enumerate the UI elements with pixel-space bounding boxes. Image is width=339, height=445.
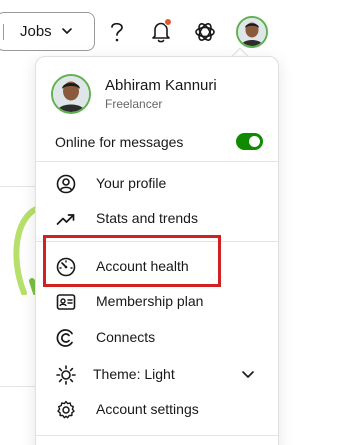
profile-name: Abhiram Kannuri [105,77,217,94]
chevron-down-icon [242,371,254,378]
menu-divider [36,435,278,436]
menu-item-label: Stats and trends [96,210,198,226]
help-icon[interactable] [107,19,127,43]
ai-sparkle-icon[interactable] [193,20,217,44]
trending-up-icon [56,214,75,225]
menu-item-membership-plan[interactable]: Membership plan [36,287,278,317]
chevron-down-icon [62,28,72,34]
profile-avatar [51,74,91,114]
menu-item-account-settings[interactable]: Account settings [36,395,278,425]
menu-item-label: Account settings [96,401,199,417]
id-card-icon [56,294,76,310]
highlight-annotation-box [43,235,221,287]
menu-divider [36,161,278,162]
page-divider [0,186,35,187]
menu-item-connects[interactable]: Connects [36,323,278,353]
sun-icon [56,365,76,385]
user-circle-icon [56,174,76,194]
online-for-messages-label: Online for messages [55,134,184,150]
page-divider [0,386,35,387]
profile-role: Freelancer [105,97,163,111]
notification-dot [164,18,172,26]
menu-item-label: Connects [96,329,156,345]
gear-icon [57,400,75,419]
avatar-photo [53,76,89,112]
connects-icon [56,329,73,347]
menu-item-your-profile[interactable]: Your profile [36,169,278,199]
toggle-knob [249,136,260,147]
menu-item-label: Membership plan [96,293,204,309]
menu-item-label: Your profile [96,175,167,191]
menu-item-theme[interactable]: Theme: Light [36,360,278,390]
online-for-messages-toggle[interactable] [236,133,263,150]
menu-item-label: Theme: Light [93,366,175,382]
jobs-select-separator [3,24,4,40]
avatar-photo [238,18,266,46]
user-avatar-button[interactable] [236,16,268,48]
jobs-search-type-select[interactable]: Jobs [0,12,95,51]
menu-item-stats-and-trends[interactable]: Stats and trends [36,204,278,234]
jobs-select-label: Jobs [20,23,52,40]
